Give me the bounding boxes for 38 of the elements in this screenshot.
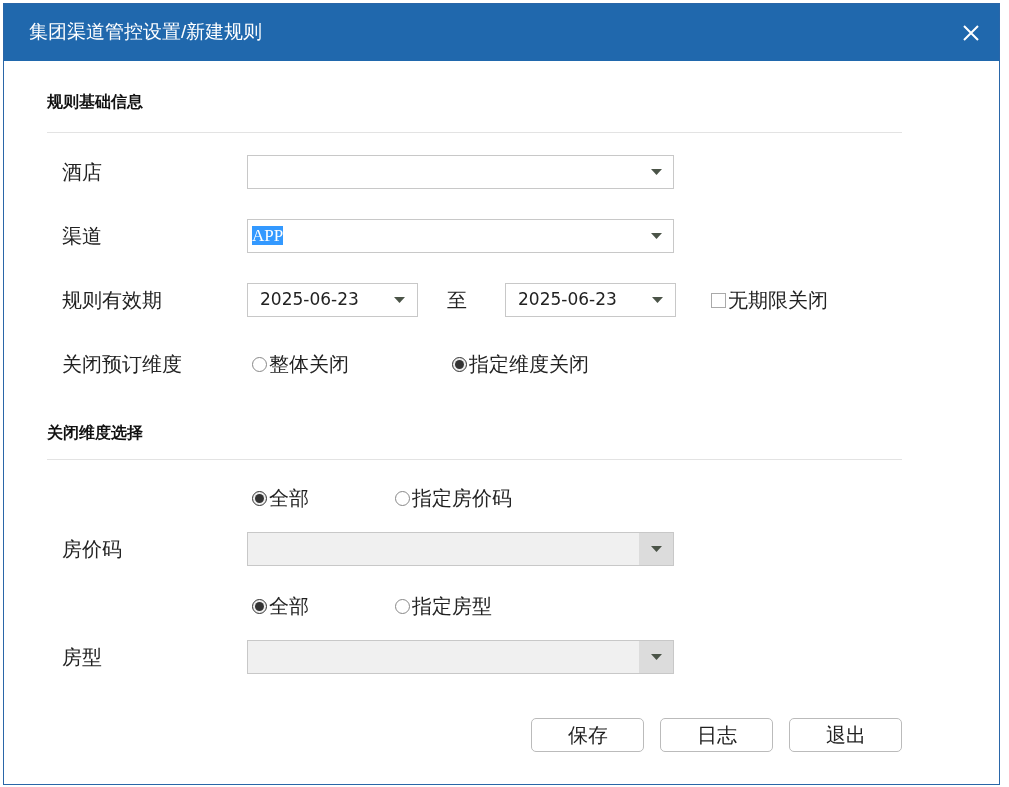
field-label: 酒店 <box>62 161 102 183</box>
field-label: 房价码 <box>62 538 122 560</box>
radio-label: 全部 <box>269 486 309 511</box>
action-button[interactable]: 保存 <box>531 718 644 752</box>
caret-icon <box>650 233 662 239</box>
field-label: 规则有效期 <box>62 289 162 311</box>
close-icon[interactable] <box>963 24 979 41</box>
action-button[interactable]: 退出 <box>789 718 902 752</box>
caret-icon <box>651 297 663 303</box>
radio-button[interactable] <box>252 490 267 506</box>
section-title: 规则基础信息 <box>47 92 143 112</box>
radio-label: 整体关闭 <box>269 352 349 377</box>
caret-icon <box>650 546 662 552</box>
caret-icon <box>650 654 662 660</box>
caret-icon <box>393 297 405 303</box>
checkbox-label: 无期限关闭 <box>728 288 828 313</box>
field-label: 房型 <box>62 646 102 668</box>
window-title: 集团渠道管控设置/新建规则 <box>29 20 263 45</box>
field-label: 关闭预订维度 <box>62 353 182 375</box>
dropdown-field[interactable] <box>247 155 674 189</box>
radio-label: 指定维度关闭 <box>469 352 589 377</box>
field-value: APP <box>252 226 284 246</box>
radio-label: 指定房型 <box>412 594 492 619</box>
radio-button[interactable] <box>395 598 410 614</box>
radio-button[interactable] <box>452 356 467 372</box>
date-dropdown[interactable]: 2025-06-23 <box>247 283 418 317</box>
radio-label: 全部 <box>269 594 309 619</box>
range-separator: 至 <box>447 288 468 313</box>
radio-button[interactable] <box>252 598 267 614</box>
radio-button[interactable] <box>395 490 410 506</box>
radio-button[interactable] <box>252 356 267 372</box>
radio-label: 指定房价码 <box>412 486 512 511</box>
caret-icon <box>650 169 662 175</box>
date-dropdown[interactable]: 2025-06-23 <box>505 283 676 317</box>
section-title: 关闭维度选择 <box>47 423 143 443</box>
field-label: 渠道 <box>62 225 102 247</box>
action-button[interactable]: 日志 <box>660 718 773 752</box>
checkbox[interactable] <box>711 292 726 308</box>
